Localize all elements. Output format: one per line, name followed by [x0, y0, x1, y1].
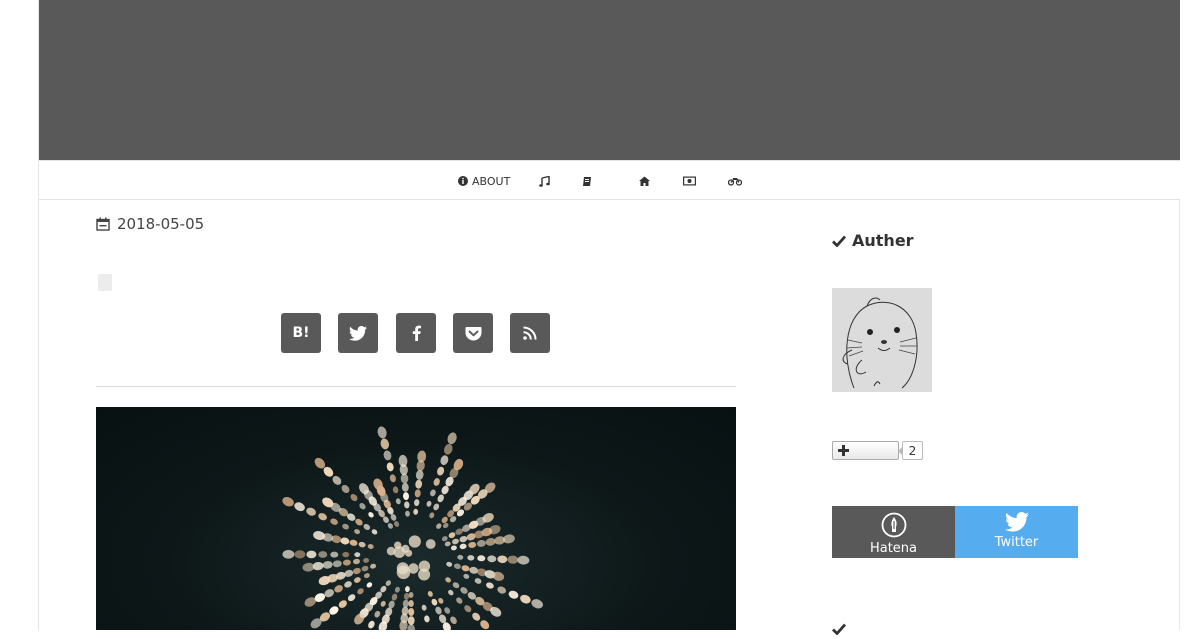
- book-icon: [583, 176, 591, 186]
- hatena-bookmark-add-button[interactable]: [832, 441, 899, 460]
- nav-motorcycle[interactable]: [728, 173, 742, 189]
- plus-icon: [838, 445, 849, 456]
- follow-hatena-label: Hatena: [869, 541, 918, 556]
- nav-about-label: ABOUT: [472, 174, 511, 188]
- nav-home[interactable]: [639, 173, 650, 189]
- author-title-text: Auther: [852, 231, 914, 250]
- calendar-icon: [96, 217, 110, 231]
- page-container: ABOUT 2018-05-05 B! Auther 2 Hatena Twit…: [38, 0, 1180, 636]
- music-icon: [539, 175, 550, 187]
- fireworks-image: [96, 407, 736, 630]
- facebook-icon: [412, 325, 421, 341]
- content-divider: [96, 386, 736, 387]
- post-date: 2018-05-05: [96, 215, 204, 233]
- nav-book[interactable]: [582, 173, 593, 189]
- check-icon: [832, 235, 846, 247]
- share-pocket-button[interactable]: [453, 313, 493, 353]
- pocket-icon: [465, 326, 481, 340]
- nav-about[interactable]: ABOUT: [458, 173, 510, 189]
- nav-music[interactable]: [539, 173, 550, 189]
- post-date-text: 2018-05-05: [117, 215, 205, 233]
- seal-drawing-icon: [832, 288, 932, 392]
- share-rss-button[interactable]: [510, 313, 550, 353]
- global-nav: ABOUT: [39, 160, 1180, 200]
- hatena-blog-icon: [881, 512, 906, 538]
- nav-money[interactable]: [683, 173, 696, 189]
- share-twitter-button[interactable]: [338, 313, 378, 353]
- home-icon: [639, 176, 650, 186]
- share-facebook-button[interactable]: [396, 313, 436, 353]
- bookmark-count: 2: [898, 441, 923, 460]
- follow-hatena-button[interactable]: Hatena: [832, 506, 955, 558]
- money-icon: [683, 176, 696, 186]
- category-tag-placeholder: [98, 274, 112, 291]
- header-banner: [39, 0, 1180, 160]
- follow-twitter-button[interactable]: Twitter: [955, 506, 1078, 558]
- twitter-icon: [349, 325, 367, 341]
- twitter-icon: [1004, 512, 1029, 532]
- info-icon: [458, 176, 468, 186]
- share-hatena-button[interactable]: B!: [281, 313, 321, 353]
- rss-icon: [523, 326, 537, 340]
- motorcycle-icon: [728, 178, 742, 186]
- author-section-title: Auther: [832, 231, 914, 250]
- author-avatar[interactable]: [832, 288, 932, 392]
- hatena-bookmark-icon: B!: [292, 325, 310, 341]
- check-icon: [832, 623, 847, 636]
- follow-twitter-label: Twitter: [994, 535, 1039, 550]
